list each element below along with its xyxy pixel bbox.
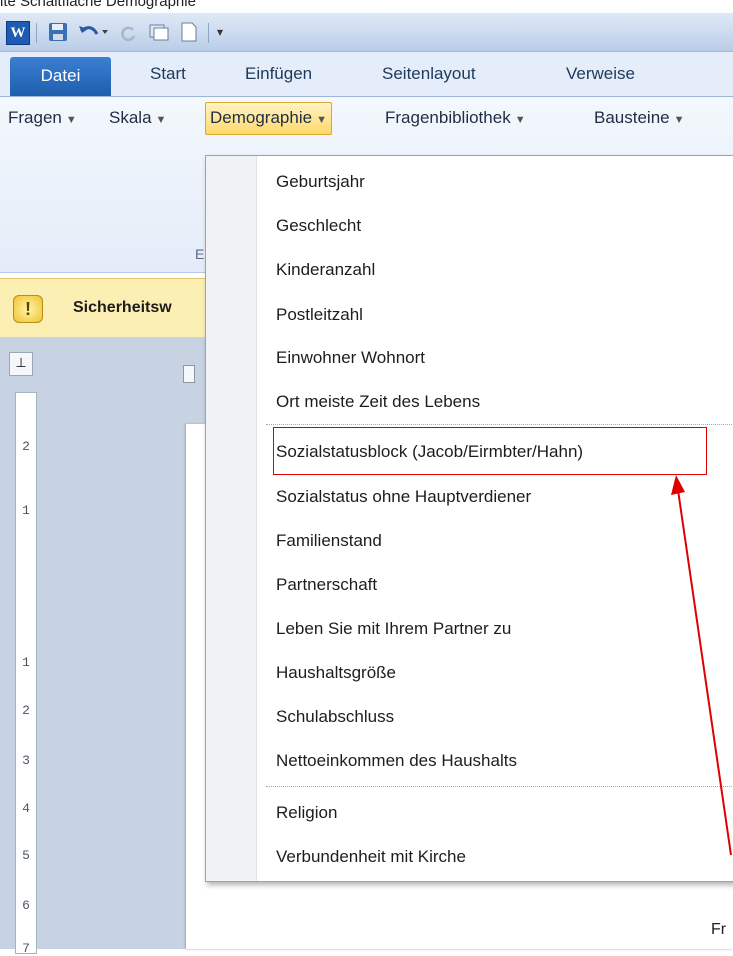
menu-item-religion[interactable]: Religion [276, 803, 337, 823]
customize-icon[interactable]: ▾ [213, 21, 227, 43]
skala-button[interactable]: Skala ▼ [106, 103, 169, 133]
bausteine-button[interactable]: Bausteine ▼ [591, 103, 688, 133]
menu-item-kinderanzahl[interactable]: Kinderanzahl [276, 260, 375, 280]
new-document-icon[interactable] [178, 21, 200, 43]
ribbon-menu-bar: Fragen ▼ Skala ▼ Demographie ▼ Fragenbiblio… [0, 100, 733, 140]
ruler-number: 4 [22, 801, 30, 816]
menu-item-postleitzahl[interactable]: Postleitzahl [276, 305, 363, 325]
warning-shield-icon: ! [13, 295, 43, 323]
menu-item-sozialstatus-ohne-hauptverdiener[interactable]: Sozialstatus ohne Hauptverdiener [276, 487, 531, 507]
chevron-down-icon: ▼ [673, 114, 685, 126]
ribbon-group-label: E [195, 246, 205, 262]
tab-verweise[interactable]: Verweise [566, 52, 635, 96]
fragenbibliothek-button[interactable]: Fragenbibliothek ▼ [382, 103, 529, 133]
ribbon-tabs: Datei Start Einfügen Seitenlayout Verwei… [0, 52, 733, 97]
menu-separator [266, 786, 733, 787]
tab-einfuegen[interactable]: Einfügen [245, 52, 312, 96]
chevron-down-icon: ▼ [65, 114, 77, 126]
tab-seitenlayout[interactable]: Seitenlayout [382, 52, 476, 96]
chevron-down-icon: ▼ [514, 114, 526, 126]
document-text-fragment: Fr [711, 921, 727, 938]
menu-item-familienstand[interactable]: Familienstand [276, 531, 382, 551]
menu-separator [266, 424, 733, 425]
fragen-button[interactable]: Fragen ▼ [5, 103, 80, 133]
word-logo-icon[interactable]: W [6, 21, 30, 45]
fragenbibliothek-label: Fragenbibliothek [385, 108, 511, 127]
skala-label: Skala [109, 108, 152, 127]
chevron-down-icon: ▼ [316, 114, 327, 126]
menu-item-partnerschaft[interactable]: Partnerschaft [276, 575, 377, 595]
horizontal-ruler-marker[interactable] [183, 365, 195, 383]
menu-icon-gutter [206, 156, 257, 881]
undo-icon[interactable] [76, 21, 112, 43]
toolbar-separator [208, 23, 209, 43]
menu-item-einwohner-wohnort[interactable]: Einwohner Wohnort [276, 348, 425, 368]
ruler-number: 2 [22, 703, 30, 718]
ruler-number: 6 [22, 898, 30, 913]
save-icon[interactable] [47, 21, 69, 43]
quick-access-toolbar: W ▾ [0, 13, 733, 52]
chevron-down-icon: ▼ [155, 114, 167, 126]
menu-item-schulabschluss[interactable]: Schulabschluss [276, 707, 394, 727]
caption-text: ite Schaltfläche Demographie [0, 0, 196, 10]
menu-item-haushaltsgroesse[interactable]: Haushaltsgröße [276, 663, 396, 683]
demographie-button[interactable]: Demographie ▼ [205, 102, 332, 135]
tab-selector-icon[interactable]: ⊥ [9, 352, 33, 376]
ruler-number: 1 [22, 503, 30, 518]
bausteine-label: Bausteine [594, 108, 670, 127]
demographie-label: Demographie [210, 108, 313, 127]
print-preview-icon[interactable] [147, 21, 171, 43]
ruler-number: 3 [22, 753, 30, 768]
ruler-number: 1 [22, 655, 30, 670]
menu-item-ort-meiste-zeit[interactable]: Ort meiste Zeit des Lebens [276, 392, 480, 412]
ruler-number: 5 [22, 848, 30, 863]
annotation-highlight-box [273, 427, 707, 475]
demographie-dropdown-menu: Geburtsjahr Geschlecht Kinderanzahl Post… [205, 155, 733, 882]
fragen-label: Fragen [8, 108, 62, 127]
security-warning-text: Sicherheitsw [73, 299, 172, 316]
redo-icon[interactable] [117, 21, 139, 43]
tab-start[interactable]: Start [150, 52, 186, 96]
tab-datei[interactable]: Datei [10, 57, 111, 96]
menu-item-geburtsjahr[interactable]: Geburtsjahr [276, 172, 365, 192]
menu-item-leben-mit-partner[interactable]: Leben Sie mit Ihrem Partner zu [276, 619, 511, 639]
ruler-number: 2 [22, 439, 30, 454]
menu-item-nettoeinkommen[interactable]: Nettoeinkommen des Haushalts [276, 751, 517, 771]
menu-item-geschlecht[interactable]: Geschlecht [276, 216, 361, 236]
vertical-ruler[interactable]: 2 1 1 2 3 4 5 6 7 [15, 392, 37, 956]
toolbar-separator [36, 23, 37, 43]
menu-item-verbundenheit-kirche[interactable]: Verbundenheit mit Kirche [276, 847, 466, 867]
